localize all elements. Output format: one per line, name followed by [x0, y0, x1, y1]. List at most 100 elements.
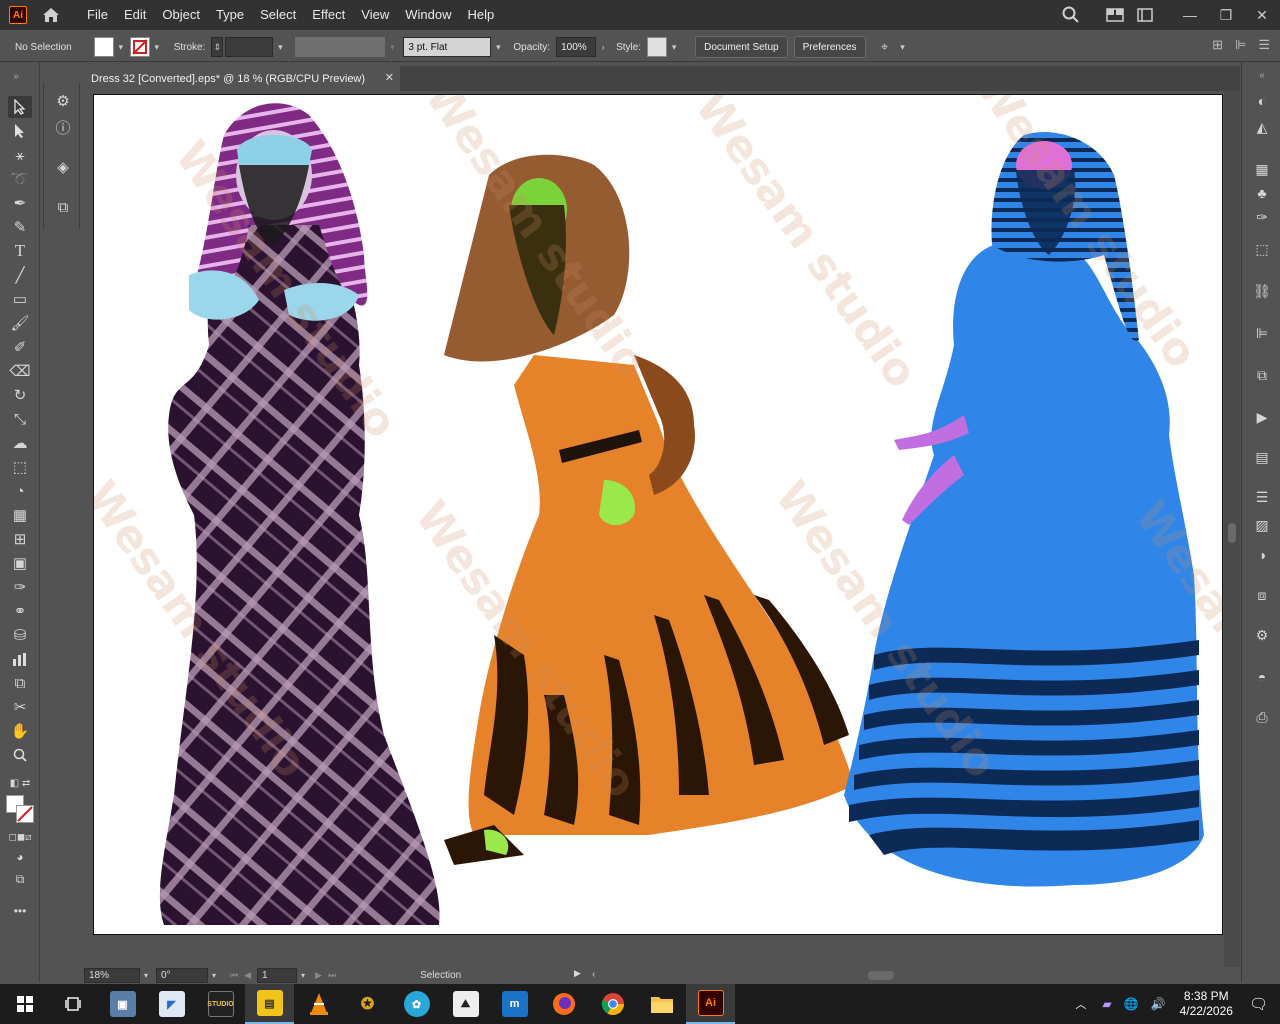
preferences-button[interactable]: Preferences — [793, 36, 866, 58]
panel-menu-icon[interactable]: ☰ — [1258, 37, 1270, 53]
graphic-styles-icon[interactable]: ⧈ — [1250, 584, 1274, 606]
mesh-tool-icon[interactable]: ⊞ — [8, 528, 32, 550]
shape-builder-tool-icon[interactable]: ◔ — [8, 480, 32, 502]
lasso-tool-icon[interactable]: ➰ — [8, 168, 32, 190]
puppet-warp-icon[interactable]: ⌖ — [874, 37, 896, 57]
notifications-icon[interactable]: 🗨 — [1249, 995, 1268, 1013]
brushes-icon[interactable]: ✑ — [1250, 206, 1274, 228]
first-artboard-icon[interactable]: ⏮ — [230, 970, 238, 981]
scroll-left-icon[interactable]: ‹ — [592, 969, 595, 980]
document-setup-button[interactable]: Document Setup — [695, 36, 788, 58]
vertical-scrollbar[interactable] — [1224, 91, 1240, 967]
style-dropdown-icon[interactable]: ▾ — [667, 37, 681, 57]
taskbar-app-photos[interactable]: ▣ — [98, 984, 147, 1024]
distribute-icon[interactable]: ⊫ — [1235, 37, 1246, 53]
fill-stroke-swatches[interactable] — [6, 795, 36, 825]
menu-type[interactable]: Type — [208, 0, 252, 30]
zoom-field[interactable]: 18% — [84, 968, 140, 983]
horizontal-scroll-thumb[interactable] — [868, 971, 894, 980]
rotate-tool-icon[interactable]: ↻ — [8, 384, 32, 406]
taskbar-app-firefox[interactable] — [539, 984, 588, 1024]
canvas-area[interactable]: Wesam studio Wesam studio Wesam studio W… — [82, 91, 1224, 967]
rectangle-tool-icon[interactable]: ▭ — [8, 288, 32, 310]
arrange-documents-icon[interactable] — [1100, 0, 1130, 30]
libraries-icon[interactable]: ⎙ — [1250, 706, 1274, 728]
taskbar-app-studio[interactable]: STUDIO — [196, 984, 245, 1024]
taskbar-app-photo-editor[interactable]: ▤ — [245, 984, 294, 1024]
column-graph-tool-icon[interactable] — [8, 648, 32, 670]
taskbar-app-illustrator[interactable]: Ai — [686, 984, 735, 1024]
close-tab-icon[interactable]: ✕ — [385, 71, 394, 84]
clock[interactable]: 8:38 PM 4/22/2026 — [1180, 989, 1233, 1019]
menu-select[interactable]: Select — [252, 0, 304, 30]
zoom-dropdown-icon[interactable]: ▾ — [140, 971, 152, 980]
taskbar-app-file-explorer[interactable] — [637, 984, 686, 1024]
line-segment-tool-icon[interactable]: ╱ — [8, 264, 32, 286]
status-menu-arrow-icon[interactable]: ▶ — [574, 968, 581, 979]
stroke-weight-dropdown-icon[interactable]: ▾ — [273, 37, 287, 57]
stroke-dropdown-icon[interactable]: ▾ — [150, 37, 164, 57]
artboard[interactable]: Wesam studio Wesam studio Wesam studio W… — [93, 94, 1223, 935]
menu-help[interactable]: Help — [459, 0, 502, 30]
horizontal-scrollbar[interactable]: ‹ › — [592, 969, 1280, 982]
search-icon[interactable] — [1056, 0, 1086, 30]
fill-dropdown-icon[interactable]: ▾ — [114, 37, 128, 57]
fill-swatch[interactable] — [93, 37, 114, 57]
close-window-button[interactable]: ✕ — [1244, 0, 1280, 30]
menu-edit[interactable]: Edit — [116, 0, 154, 30]
slice-tool-icon[interactable]: ✂ — [8, 696, 32, 718]
artboard-dropdown-icon[interactable]: ▾ — [297, 971, 309, 980]
style-swatch[interactable] — [647, 37, 668, 57]
stroke-weight-field[interactable] — [225, 37, 274, 57]
symbol-sprayer-tool-icon[interactable]: ⛁ — [8, 624, 32, 646]
artboards-icon[interactable]: ⧉ — [52, 196, 74, 218]
brush-definition-field[interactable]: 3 pt. Flat — [403, 37, 492, 57]
pathfinder-icon[interactable]: ⧉ — [1250, 364, 1274, 386]
selection-tool-icon[interactable] — [8, 96, 32, 118]
minimize-button[interactable]: — — [1172, 0, 1208, 30]
align-icon[interactable]: ⊞ — [1212, 37, 1223, 53]
brush-dropdown-icon[interactable]: ▾ — [491, 37, 505, 57]
properties-icon[interactable]: ⚙ — [52, 90, 74, 112]
gradient-panel-icon[interactable]: ☰ — [1250, 486, 1274, 508]
pen-tool-icon[interactable]: ✒ — [8, 192, 32, 214]
appearance-icon[interactable]: ◑ — [1250, 544, 1274, 566]
gradient-tool-icon[interactable]: ▣ — [8, 552, 32, 574]
curvature-tool-icon[interactable]: ✎ — [8, 216, 32, 238]
drawing-modes-icon[interactable]: ◕ — [8, 846, 32, 868]
stroke-swatch[interactable] — [129, 37, 150, 57]
taskbar-app-game[interactable]: ✪ — [343, 984, 392, 1024]
shaper-tool-icon[interactable]: ✐ — [8, 336, 32, 358]
blend-tool-icon[interactable]: ⚭ — [8, 600, 32, 622]
menu-effect[interactable]: Effect — [304, 0, 353, 30]
menu-window[interactable]: Window — [397, 0, 459, 30]
taskbar-app-lens[interactable]: ✿ — [392, 984, 441, 1024]
menu-view[interactable]: View — [353, 0, 397, 30]
rotation-dropdown-icon[interactable]: ▾ — [208, 971, 220, 980]
opacity-arrow-icon[interactable]: › — [596, 37, 610, 57]
hand-tool-icon[interactable]: ✋ — [8, 720, 32, 742]
volume-icon[interactable]: 🔊 — [1151, 997, 1166, 1011]
artboard-tool-icon[interactable]: ⧉ — [8, 672, 32, 694]
perspective-grid-tool-icon[interactable]: ▦ — [8, 504, 32, 526]
expand-panels-icon[interactable]: « — [1250, 64, 1274, 86]
restore-button[interactable]: ❐ — [1208, 0, 1244, 30]
previous-artboard-icon[interactable]: ◀ — [244, 970, 251, 981]
collapse-panel-icon[interactable]: » — [4, 65, 28, 87]
direct-selection-tool-icon[interactable] — [8, 120, 32, 142]
document-tab[interactable]: Dress 32 [Converted].eps* @ 18 % (RGB/CP… — [82, 66, 400, 91]
color-mode-icons[interactable]: ◻◼⧄ — [8, 826, 32, 848]
paintbrush-tool-icon[interactable]: 🖌 — [8, 312, 32, 334]
symbols-icon[interactable]: ♣ — [1250, 182, 1274, 204]
color-icon[interactable]: ◐ — [1250, 90, 1274, 112]
stroke-panel-icon[interactable]: ▤ — [1250, 446, 1274, 468]
menu-object[interactable]: Object — [154, 0, 208, 30]
profile-dropdown-icon[interactable]: ▾ — [385, 37, 399, 57]
align-panel-icon[interactable]: ⊫ — [1250, 322, 1274, 344]
taskbar-app-chrome[interactable] — [588, 984, 637, 1024]
menu-file[interactable]: File — [79, 0, 116, 30]
links-icon[interactable]: ⛓ — [1250, 280, 1274, 302]
transform-dropdown-icon[interactable]: ▾ — [896, 37, 910, 57]
variable-width-profile[interactable] — [295, 37, 386, 57]
taskbar-app-inkscape[interactable]: ⛰ — [441, 984, 490, 1024]
